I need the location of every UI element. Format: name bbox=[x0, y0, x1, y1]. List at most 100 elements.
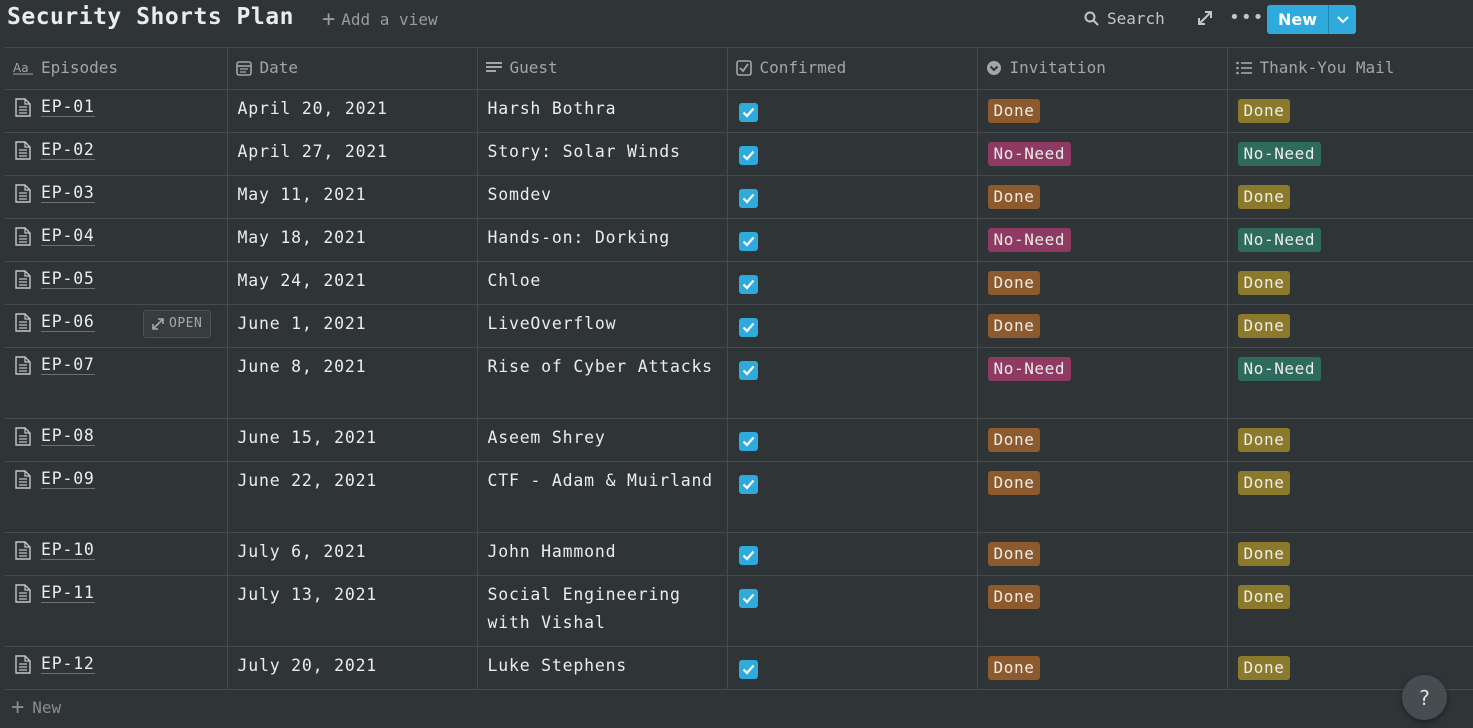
episode-cell[interactable]: EP-08 bbox=[5, 418, 228, 462]
table-row[interactable]: EP-05 May 24, 2021 Chloe Done Done bbox=[5, 261, 1473, 305]
episode-cell[interactable]: EP-12 bbox=[5, 646, 228, 690]
invitation-cell[interactable]: Done bbox=[976, 304, 1228, 348]
confirmed-checkbox[interactable] bbox=[738, 589, 758, 608]
table-row[interactable]: EP-09 June 22, 2021 CTF - Adam & Muirlan… bbox=[5, 461, 1473, 533]
confirmed-checkbox[interactable] bbox=[738, 475, 758, 494]
invitation-cell[interactable]: Done bbox=[976, 532, 1228, 576]
episode-link[interactable]: EP-12 bbox=[41, 654, 95, 674]
episode-cell[interactable]: EP-04 bbox=[5, 218, 228, 262]
help-button[interactable]: ? bbox=[1402, 675, 1447, 720]
episode-link[interactable]: EP-03 bbox=[41, 183, 95, 203]
confirmed-checkbox[interactable] bbox=[738, 275, 758, 294]
confirmed-checkbox[interactable] bbox=[738, 361, 758, 380]
add-row-button[interactable]: + New bbox=[11, 696, 61, 718]
thank-you-mail-cell[interactable]: No-Need bbox=[1226, 132, 1473, 176]
guest-cell[interactable]: Luke Stephens bbox=[476, 646, 728, 690]
episode-cell[interactable]: EP-06 OPEN bbox=[5, 304, 228, 348]
page-icon bbox=[15, 426, 31, 446]
invitation-cell[interactable]: Done bbox=[976, 461, 1228, 533]
more-options-icon[interactable]: ••• bbox=[1229, 9, 1264, 27]
invitation-cell[interactable]: Done bbox=[976, 261, 1228, 305]
episode-link[interactable]: EP-08 bbox=[41, 426, 95, 446]
thank-you-mail-cell[interactable]: Done bbox=[1226, 532, 1473, 576]
episode-link[interactable]: EP-07 bbox=[41, 355, 95, 375]
table-row[interactable]: EP-08 June 15, 2021 Aseem Shrey Done Don… bbox=[5, 418, 1473, 462]
new-button[interactable]: New bbox=[1267, 5, 1328, 34]
invitation-tag: Done bbox=[987, 585, 1041, 609]
confirmed-checkbox[interactable] bbox=[738, 146, 758, 165]
open-page-button[interactable]: OPEN bbox=[143, 310, 212, 338]
confirmed-checkbox[interactable] bbox=[738, 232, 758, 251]
thank-you-mail-cell[interactable]: Done bbox=[1226, 175, 1473, 219]
table-row[interactable]: EP-07 June 8, 2021 Rise of Cyber Attacks… bbox=[5, 347, 1473, 419]
guest-cell[interactable]: Social Engineering with Vishal bbox=[476, 575, 728, 647]
guest-cell[interactable]: CTF - Adam & Muirland bbox=[476, 461, 728, 533]
episode-link[interactable]: EP-06 bbox=[41, 312, 95, 332]
table-row[interactable]: EP-11 July 13, 2021 Social Engineering w… bbox=[5, 575, 1473, 647]
thank-you-mail-cell[interactable]: Done bbox=[1226, 575, 1473, 647]
thank-you-mail-cell[interactable]: Done bbox=[1226, 461, 1473, 533]
confirmed-checkbox[interactable] bbox=[738, 660, 758, 679]
episode-cell[interactable]: EP-11 bbox=[5, 575, 228, 647]
invitation-cell[interactable]: Done bbox=[976, 418, 1228, 462]
episode-link[interactable]: EP-09 bbox=[41, 469, 95, 489]
confirmed-checkbox[interactable] bbox=[738, 546, 758, 565]
episode-link[interactable]: EP-05 bbox=[41, 269, 95, 289]
date-value: April 20, 2021 bbox=[237, 99, 388, 118]
date-cell[interactable]: July 20, 2021 bbox=[226, 646, 478, 690]
episode-link[interactable]: EP-01 bbox=[41, 97, 95, 117]
column-header-invitation[interactable]: Invitation bbox=[976, 47, 1228, 90]
episode-link[interactable]: EP-11 bbox=[41, 583, 95, 603]
confirmed-checkbox[interactable] bbox=[738, 103, 758, 122]
add-view-button[interactable]: + Add a view bbox=[322, 8, 438, 30]
thank-you-mail-cell[interactable]: No-Need bbox=[1226, 218, 1473, 262]
episode-cell[interactable]: EP-02 bbox=[5, 132, 228, 176]
thank-you-mail-cell[interactable]: Done bbox=[1226, 261, 1473, 305]
thank-you-mail-cell[interactable]: Done bbox=[1226, 89, 1473, 133]
table-row[interactable]: EP-03 May 11, 2021 Somdev Done Done bbox=[5, 175, 1473, 219]
table-row[interactable]: EP-12 July 20, 2021 Luke Stephens Done D… bbox=[5, 646, 1473, 690]
episode-cell[interactable]: EP-03 bbox=[5, 175, 228, 219]
expand-icon[interactable] bbox=[1196, 9, 1214, 27]
confirmed-checkbox[interactable] bbox=[738, 189, 758, 208]
search-button[interactable]: Search bbox=[1084, 9, 1165, 28]
episode-cell[interactable]: EP-09 bbox=[5, 461, 228, 533]
invitation-cell[interactable]: No-Need bbox=[976, 132, 1228, 176]
thank-you-tag: Done bbox=[1237, 656, 1291, 680]
new-dropdown-button[interactable] bbox=[1328, 5, 1356, 34]
column-label: Episodes bbox=[41, 58, 119, 77]
table-row[interactable]: EP-01 April 20, 2021 Harsh Bothra Done D… bbox=[5, 89, 1473, 133]
date-cell[interactable]: June 22, 2021 bbox=[226, 461, 478, 533]
confirmed-cell bbox=[726, 646, 978, 690]
column-header-episodes[interactable]: Aa Episodes bbox=[5, 47, 228, 90]
thank-you-mail-cell[interactable]: Done bbox=[1226, 304, 1473, 348]
invitation-cell[interactable]: Done bbox=[976, 175, 1228, 219]
guest-cell[interactable]: Rise of Cyber Attacks bbox=[476, 347, 728, 419]
column-header-confirmed[interactable]: Confirmed bbox=[726, 47, 978, 90]
episode-link[interactable]: EP-04 bbox=[41, 226, 95, 246]
column-header-thank-you-mail[interactable]: Thank-You Mail bbox=[1226, 47, 1473, 90]
invitation-cell[interactable]: Done bbox=[976, 89, 1228, 133]
invitation-cell[interactable]: No-Need bbox=[976, 347, 1228, 419]
confirmed-checkbox[interactable] bbox=[738, 318, 758, 337]
invitation-cell[interactable]: Done bbox=[976, 575, 1228, 647]
table-row[interactable]: EP-06 OPEN June 1, 2021 LiveOverflow Done… bbox=[5, 304, 1473, 348]
episode-link[interactable]: EP-02 bbox=[41, 140, 95, 160]
table-row[interactable]: EP-10 July 6, 2021 John Hammond Done Don… bbox=[5, 532, 1473, 576]
invitation-cell[interactable]: No-Need bbox=[976, 218, 1228, 262]
confirmed-checkbox[interactable] bbox=[738, 432, 758, 451]
thank-you-mail-cell[interactable]: Done bbox=[1226, 418, 1473, 462]
date-cell[interactable]: July 13, 2021 bbox=[226, 575, 478, 647]
episode-cell[interactable]: EP-07 bbox=[5, 347, 228, 419]
invitation-tag: Done bbox=[987, 314, 1041, 338]
invitation-cell[interactable]: Done bbox=[976, 646, 1228, 690]
thank-you-mail-cell[interactable]: No-Need bbox=[1226, 347, 1473, 419]
episode-cell[interactable]: EP-01 bbox=[5, 89, 228, 133]
date-cell[interactable]: June 8, 2021 bbox=[226, 347, 478, 419]
episode-cell[interactable]: EP-05 bbox=[5, 261, 228, 305]
table-row[interactable]: EP-02 April 27, 2021 Story: Solar Winds … bbox=[5, 132, 1473, 176]
episode-link[interactable]: EP-10 bbox=[41, 540, 95, 560]
episode-cell[interactable]: EP-10 bbox=[5, 532, 228, 576]
table-row[interactable]: EP-04 May 18, 2021 Hands-on: Dorking No-… bbox=[5, 218, 1473, 262]
date-value: July 20, 2021 bbox=[237, 656, 378, 675]
